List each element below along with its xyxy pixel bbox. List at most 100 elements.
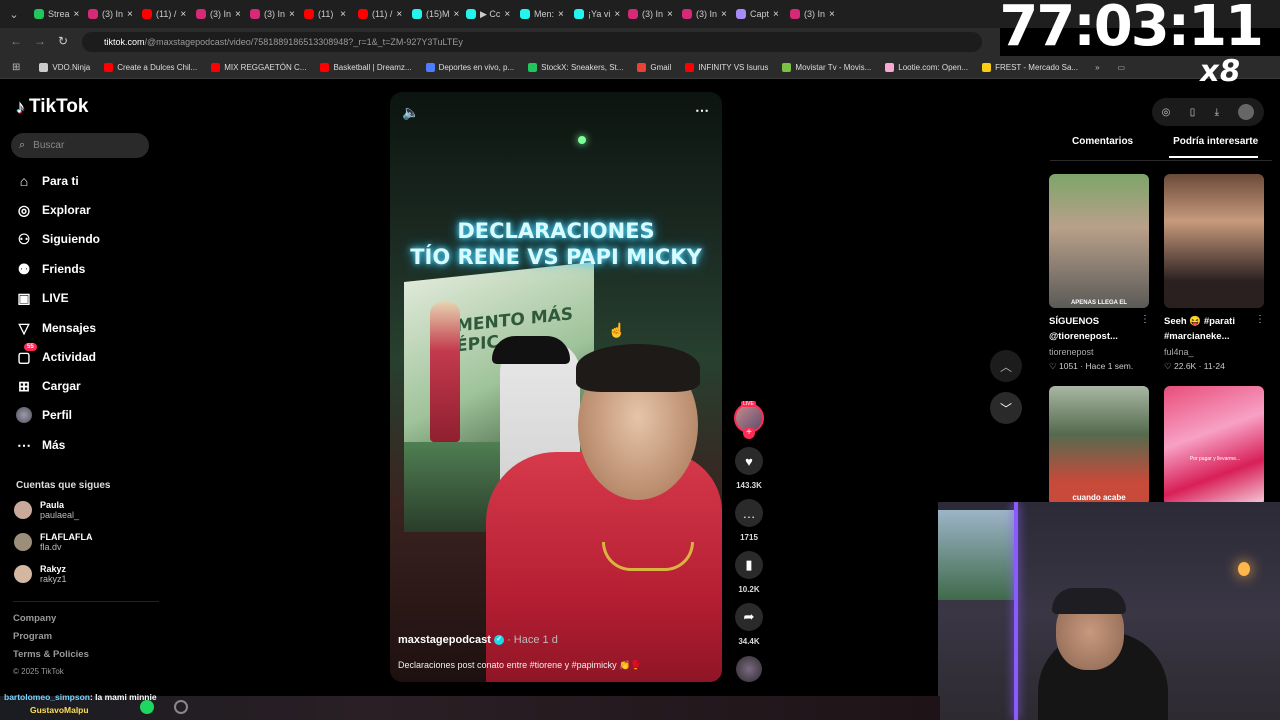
browser-tab[interactable]: Men: × [514, 0, 568, 28]
profile-avatar-icon[interactable] [1238, 104, 1255, 120]
browser-tab[interactable]: ▶ Cc × [460, 0, 514, 28]
bookmark-item[interactable]: VDO.Ninja [32, 62, 97, 72]
footer-link[interactable]: Terms & Policies [13, 649, 89, 660]
tab-close-icon[interactable]: × [667, 9, 673, 20]
tab-close-icon[interactable]: × [235, 9, 241, 20]
bookmark-item[interactable]: Basketball | Dreamz... [313, 62, 418, 72]
bookmark-item[interactable]: Deportes en vivo, p... [419, 62, 522, 72]
card-2-more-icon[interactable]: ⋮ [1255, 314, 1265, 325]
bookmark-item[interactable]: INFINITY VS Isurus [678, 62, 775, 72]
download-icon[interactable]: ⤓ [1215, 107, 1219, 118]
like-button[interactable]: ♥ 143.3K [734, 447, 764, 490]
video-player[interactable]: MENTO MÁS ÉPIC 🔈 ⋯ DECLARACIONES TÍO REN… [390, 92, 722, 682]
comment-button[interactable]: … 1715 [734, 499, 764, 542]
footer-link[interactable]: Program [13, 631, 52, 642]
footer-link[interactable]: Company [13, 613, 56, 624]
tab-list-chevron-icon[interactable]: ⌄ [0, 8, 28, 21]
back-arrow-icon[interactable]: ← [10, 34, 22, 48]
suggested-video-thumb-4[interactable]: Por pagar y llevarme... [1164, 386, 1264, 506]
account-name: Paula [40, 500, 65, 510]
sidebar-item-perfil[interactable]: Perfil [16, 407, 72, 423]
bookmark-item[interactable]: FREST - Mercado Sa... [975, 62, 1085, 72]
bookmark-item[interactable]: Movistar Tv - Movis... [775, 62, 878, 72]
author-link[interactable]: maxstagepodcast [398, 634, 491, 646]
sidebar-item-ms[interactable]: ⋯ Más [16, 437, 65, 453]
browser-tab[interactable]: (3) In × [244, 0, 298, 28]
browser-tab[interactable]: Strea × [28, 0, 82, 28]
sidebar-item-parati[interactable]: ⌂ Para ti [16, 173, 79, 189]
browser-tab[interactable]: (3) In × [784, 0, 838, 28]
tab-close-icon[interactable]: × [289, 9, 295, 20]
bookmark-item[interactable]: Gmail [630, 62, 678, 72]
browser-tab[interactable]: (11) / × [136, 0, 190, 28]
reload-icon[interactable]: ↻ [58, 34, 68, 48]
browser-tab[interactable]: (11) / × [352, 0, 406, 28]
browser-tab[interactable]: (3) In × [622, 0, 676, 28]
follow-plus-icon[interactable]: + [743, 427, 755, 439]
browser-tab[interactable]: (3) In × [676, 0, 730, 28]
sidebar-item-mensajes[interactable]: ▽ Mensajes [16, 320, 96, 336]
browser-tab[interactable]: Capt × [730, 0, 784, 28]
share-button[interactable]: ➦ 34.4K [734, 603, 764, 646]
suggested-video-thumb-3[interactable]: cuando acabe [1049, 386, 1149, 506]
suggested-video-thumb-2[interactable] [1164, 174, 1264, 308]
sidebar-item-actividad[interactable]: ▢ 55 Actividad [16, 343, 96, 365]
previous-video-button[interactable]: ︿ [990, 350, 1022, 382]
tab-close-icon[interactable]: × [773, 9, 779, 20]
followed-account[interactable]: Paula paulaeal_ [14, 500, 79, 520]
browser-tab[interactable]: (3) In × [82, 0, 136, 28]
card-2-user[interactable]: ful4na_ [1164, 347, 1194, 357]
followed-account[interactable]: Rakyz rakyz1 [14, 564, 67, 584]
url-field[interactable]: tiktok.com/@maxstagepodcast/video/758188… [82, 32, 982, 52]
sidebar-item-friends[interactable]: ⚉ Friends [16, 261, 86, 277]
sidebar-item-siguiendo[interactable]: ⚇ Siguiendo [16, 231, 100, 247]
next-video-button[interactable]: ﹀ [990, 392, 1022, 424]
tab-close-icon[interactable]: × [180, 9, 186, 20]
phone-icon[interactable]: ▯ [1190, 107, 1196, 118]
sidebar-item-explorar[interactable]: ◎ Explorar [16, 202, 91, 218]
tab-comentarios[interactable]: Comentarios [1050, 136, 1133, 158]
folder-icon[interactable]: ▭ [1118, 63, 1126, 72]
tab-close-icon[interactable]: × [454, 9, 460, 20]
tiktok-logo[interactable]: ♪ TikTok [16, 96, 88, 118]
browser-tab[interactable]: (15)M × [406, 0, 460, 28]
tab-close-icon[interactable]: × [340, 9, 346, 20]
tab-close-icon[interactable]: × [504, 9, 510, 20]
tab-close-icon[interactable]: × [829, 9, 835, 20]
browser-tab[interactable]: ¡Ya vi × [568, 0, 622, 28]
suggested-video-thumb-1[interactable]: APENAS LLEGA EL [1049, 174, 1149, 308]
creator-avatar-button[interactable]: LIVE + [734, 401, 764, 439]
more-options-icon[interactable]: ⋯ [695, 102, 710, 119]
tab-close-icon[interactable]: × [721, 9, 727, 20]
forward-arrow-icon[interactable]: → [34, 34, 46, 48]
sidebar-item-cargar[interactable]: ⊞ Cargar [16, 378, 81, 394]
bookmarks-overflow-icon[interactable]: » [1095, 63, 1099, 72]
obs-icon[interactable] [174, 700, 188, 714]
tab-title: (3) In [804, 9, 826, 19]
bookmark-item[interactable]: StockX: Sneakers, St... [521, 62, 630, 72]
music-disc-button[interactable] [734, 656, 764, 682]
tab-close-icon[interactable]: × [614, 9, 620, 20]
tab-podria-interesarte[interactable]: Podría interesarte [1169, 136, 1259, 158]
tab-close-icon[interactable]: × [558, 9, 564, 20]
volume-icon[interactable]: 🔈 [402, 104, 419, 121]
save-count: 10.2K [738, 585, 760, 594]
card-1-more-icon[interactable]: ⋮ [1140, 314, 1150, 325]
save-button[interactable]: ▮ 10.2K [734, 551, 764, 594]
followed-account[interactable]: FLAFLAFLA fla.dv [14, 532, 92, 552]
bookmark-item[interactable]: MIX REGGAETÓN C... [204, 62, 313, 72]
sidebar-item-live[interactable]: ▣ LIVE [16, 290, 68, 306]
browser-tab[interactable]: (3) In × [190, 0, 244, 28]
card-1-title[interactable]: SÍGUENOS @tiorenepost... [1049, 314, 1149, 344]
browser-tab[interactable]: (11) × [298, 0, 352, 28]
apps-grid-icon[interactable]: ⊞ [0, 62, 32, 73]
search-input[interactable]: ⌕ Buscar [11, 133, 149, 158]
card-2-title[interactable]: Seeh 😝 #parati #marcianeke... [1164, 314, 1264, 344]
coin-icon[interactable]: ◎ [1162, 107, 1171, 118]
bookmark-item[interactable]: Lootie.com: Open... [878, 62, 975, 72]
tab-close-icon[interactable]: × [127, 9, 133, 20]
bookmark-item[interactable]: Create a Dulces Chil... [97, 62, 204, 72]
card-1-user[interactable]: tiorenepost [1049, 347, 1094, 357]
tab-close-icon[interactable]: × [74, 9, 80, 20]
tab-close-icon[interactable]: × [396, 9, 402, 20]
